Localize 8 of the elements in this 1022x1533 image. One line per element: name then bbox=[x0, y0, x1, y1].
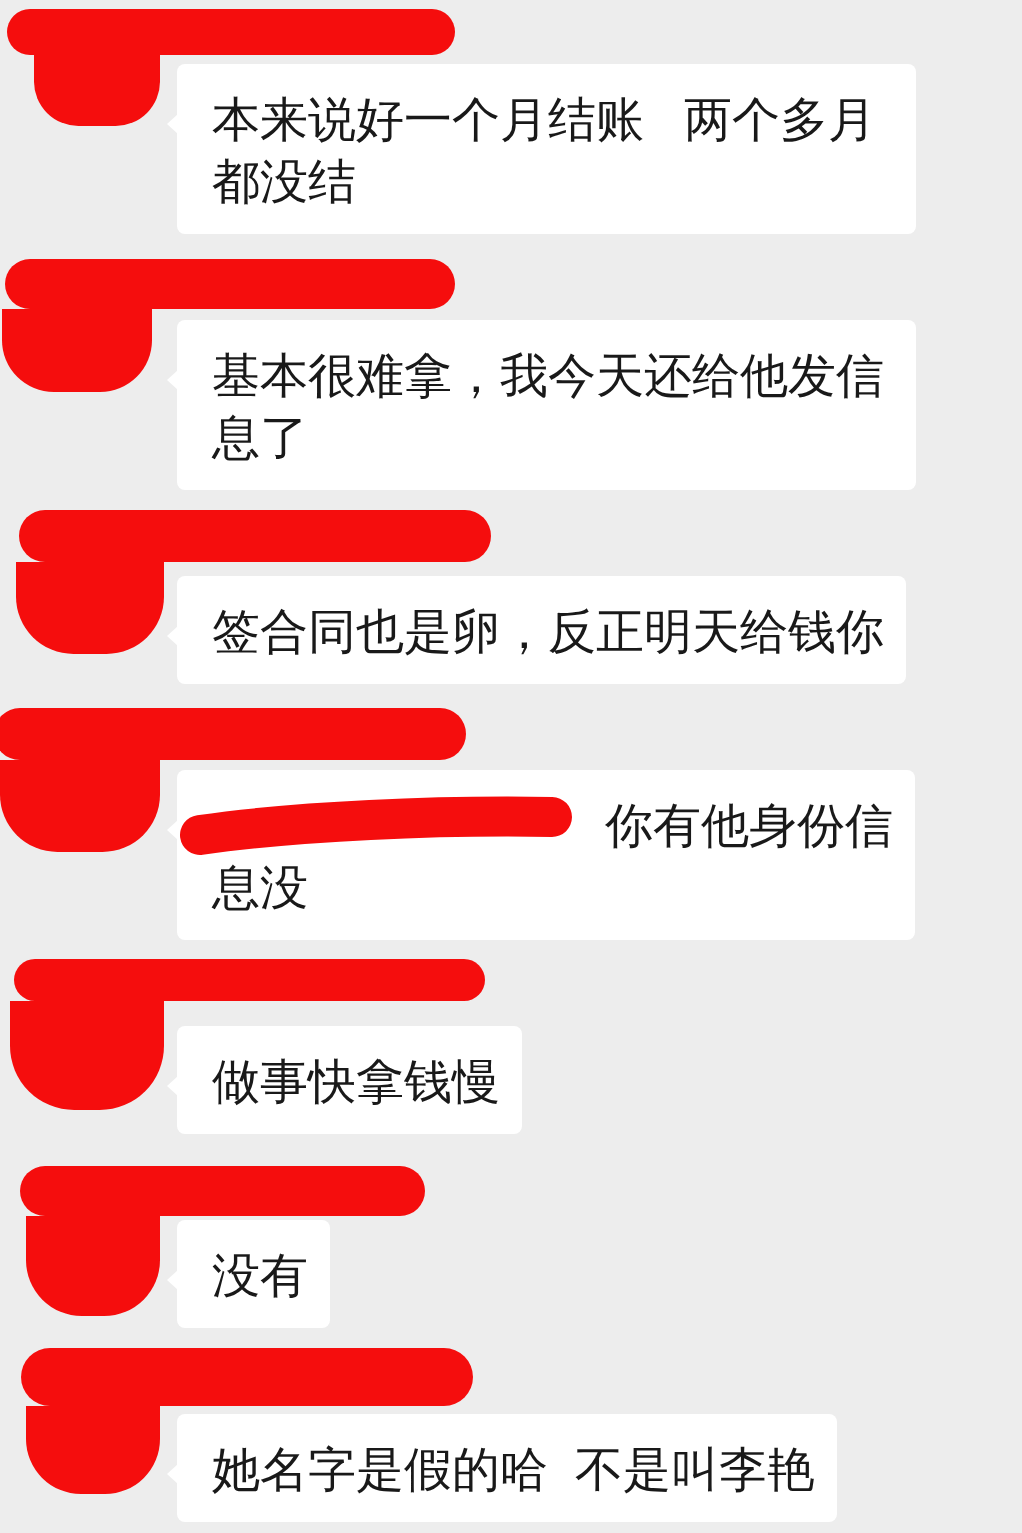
message-text: 基本很难拿，我今天还给他发信息了 bbox=[212, 348, 885, 466]
message-text: 做事快拿钱慢 bbox=[212, 1054, 500, 1110]
message-text: 签合同也是卵，反正明天给钱你 bbox=[212, 604, 884, 660]
message-text: 没有 bbox=[212, 1248, 308, 1304]
message-text: 你有他身份信 bbox=[605, 798, 893, 854]
message-text: 她名字是假的哈 不是叫李艳 bbox=[212, 1442, 815, 1498]
message-text: 本来说好一个月结账 两个多月都没结 bbox=[212, 92, 877, 210]
message-text: 息没 bbox=[212, 860, 308, 916]
